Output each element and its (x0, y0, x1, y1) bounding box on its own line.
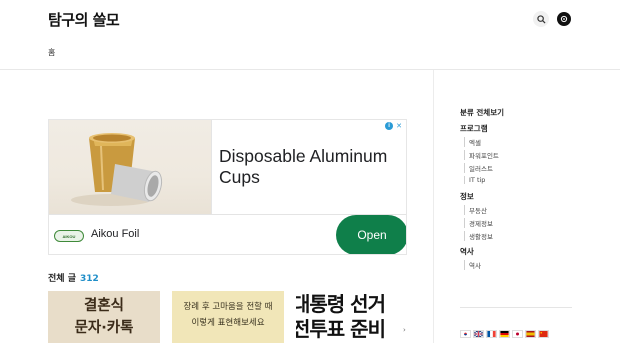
ad-advertiser-logo: AIKOU (54, 230, 84, 242)
flag-uk-icon[interactable] (473, 330, 484, 338)
post-thumbnail[interactable]: 장례 후 고마움을 전할 때 이렇게 표현해보세요 (172, 291, 284, 343)
all-posts-label: 전체 글 (48, 274, 76, 284)
site-header: 탐구의 쓸모 홈 (0, 0, 620, 70)
subcategory-item[interactable]: 생활정보 (464, 231, 493, 241)
subcategory-item[interactable]: IT tip (464, 176, 485, 184)
ad-image-divider (211, 120, 212, 214)
profile-avatar-icon (557, 12, 571, 26)
post-thumbnail[interactable]: 결혼식 문자·카톡 (48, 291, 160, 343)
language-flags (460, 330, 549, 338)
flag-spain-icon[interactable] (525, 330, 536, 338)
thumbnail-text: 대통령 선거 전투표 준비 (296, 292, 386, 341)
flag-korea-icon[interactable] (460, 330, 471, 338)
subcategory-item[interactable]: 부동산 (464, 205, 487, 215)
site-title[interactable]: 탐구의 쓸모 (48, 9, 120, 30)
ad-headline[interactable]: Disposable Aluminum Cups (219, 146, 404, 188)
ad-product-image[interactable] (49, 120, 211, 214)
subcategory-item[interactable]: 파워포인트 (464, 150, 499, 160)
thumbnail-text: 장례 후 고마움을 전할 때 이렇게 표현해보세요 (183, 302, 273, 328)
subcategory-item[interactable]: 일러스트 (464, 163, 493, 173)
ad-choices[interactable]: i ✕ (385, 122, 402, 130)
content-sidebar-divider (433, 70, 434, 343)
subcategory-item[interactable]: 엑셀 (464, 137, 481, 147)
profile-button[interactable] (556, 11, 572, 27)
thumbnail-text: 결혼식 문자·카톡 (74, 298, 134, 336)
post-thumbnail[interactable]: 대통령 선거 전투표 준비 (296, 291, 407, 343)
ad-choices-icon[interactable]: i (385, 122, 394, 130)
close-icon[interactable]: ✕ (396, 122, 402, 130)
all-posts-heading[interactable]: 전체 글 312 (48, 271, 99, 284)
search-button[interactable] (533, 11, 549, 27)
sidebar-divider (460, 307, 572, 308)
chevron-right-icon[interactable]: › (403, 326, 406, 334)
search-icon (536, 14, 546, 24)
post-count: 312 (79, 274, 99, 284)
ad-open-button[interactable]: Open (336, 215, 406, 254)
ad-advertiser-name[interactable]: Aikou Foil (91, 228, 139, 240)
flag-china-icon[interactable] (538, 330, 549, 338)
category-info[interactable]: 정보 (460, 191, 474, 202)
display-ad[interactable]: Disposable Aluminum Cups i ✕ AIKOU Aikou… (48, 119, 407, 255)
category-program[interactable]: 프로그램 (460, 123, 488, 134)
flag-france-icon[interactable] (486, 330, 497, 338)
nav-home-link[interactable]: 홈 (48, 47, 55, 58)
flag-germany-icon[interactable] (499, 330, 510, 338)
subcategory-item[interactable]: 역사 (464, 260, 481, 270)
category-history[interactable]: 역사 (460, 246, 474, 257)
subcategory-item[interactable]: 경제정보 (464, 218, 493, 228)
category-all-link[interactable]: 분류 전체보기 (460, 107, 504, 118)
flag-japan-icon[interactable] (512, 330, 523, 338)
